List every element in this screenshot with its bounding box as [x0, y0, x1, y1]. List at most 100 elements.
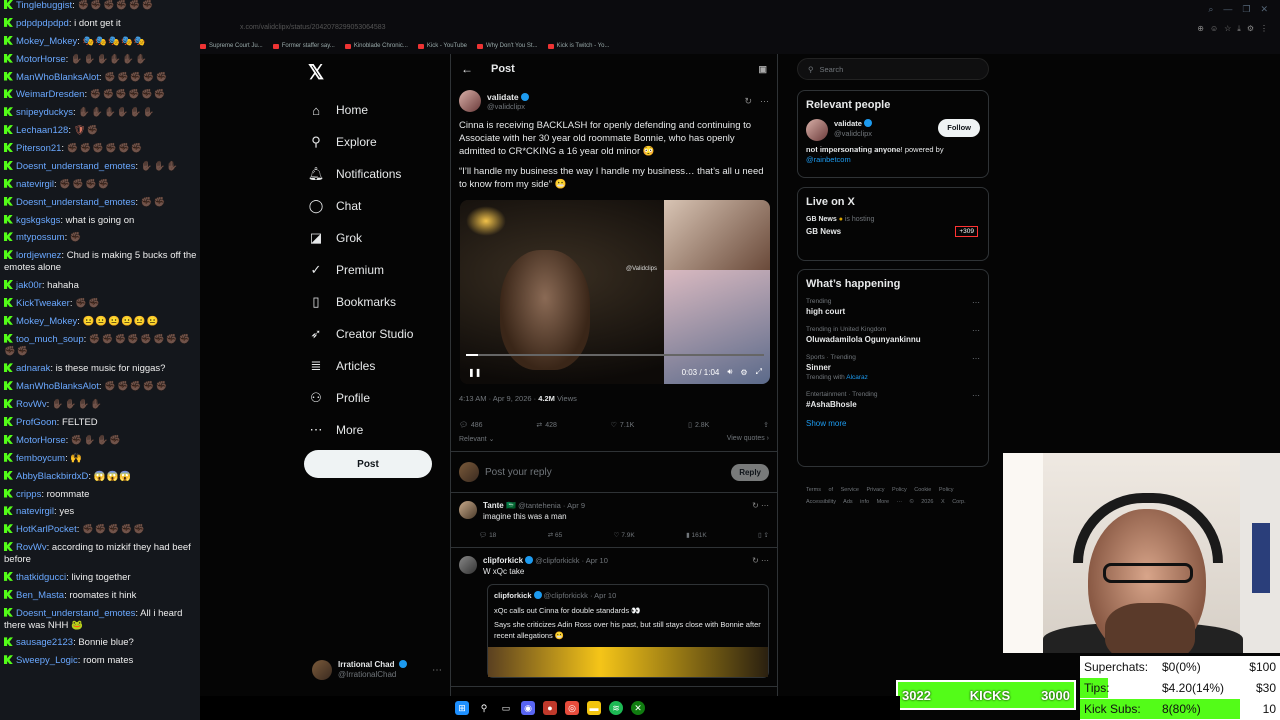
bookmark-item[interactable]: Kick is Twitch - Yo...: [547, 40, 609, 52]
comment-author[interactable]: Tante 🇸🇦 @tantehenia · Apr 9: [483, 501, 585, 510]
comment-author[interactable]: clipforkick @clipforkickk · Apr 10: [483, 556, 608, 565]
chat-username[interactable]: jak00r: [16, 280, 42, 291]
comment-more-icon[interactable]: ↻ ⋯: [752, 556, 769, 565]
share-icon[interactable]: ⇪: [763, 421, 769, 429]
quote-image[interactable]: [488, 647, 768, 678]
reply-input[interactable]: Post your reply: [485, 467, 552, 478]
chat-username[interactable]: WeimarDresden: [16, 89, 84, 100]
chat-username[interactable]: MotorHorse: [16, 54, 66, 65]
comment-more-icon[interactable]: ↻ ⋯: [752, 501, 769, 510]
more-icon[interactable]: ⋯: [432, 665, 442, 676]
live-show[interactable]: GB News: [806, 227, 980, 236]
bookmark-item[interactable]: Kinoblade Chronic...: [344, 40, 408, 52]
chat-username[interactable]: Mokey_Mokey: [16, 316, 77, 327]
chat-username[interactable]: RovWv: [16, 399, 47, 410]
nav-item-creator-studio[interactable]: ➶ Creator Studio: [308, 318, 448, 350]
chat-username[interactable]: Tinglebuggist: [16, 0, 72, 11]
bookmark-item[interactable]: Kick - YouTube: [417, 40, 467, 52]
chat-username[interactable]: too_much_soup: [16, 334, 84, 345]
trend-item[interactable]: Trending high court ⋯: [806, 298, 980, 316]
author-name[interactable]: validate: [487, 92, 529, 102]
bookmark-item[interactable]: Supreme Court Ju...: [200, 40, 263, 52]
repost-count[interactable]: ⇄ 428: [536, 421, 557, 430]
chat-username[interactable]: ProfGoon: [16, 417, 57, 428]
chat-username[interactable]: KickTweaker: [16, 298, 70, 309]
start-icon[interactable]: ⊞: [455, 701, 469, 715]
app-icon[interactable]: ●: [543, 701, 557, 715]
nav-item-more[interactable]: ⋯ More: [308, 414, 448, 446]
chat-username[interactable]: Doesnt_understand_emotes: [16, 197, 135, 208]
nav-item-premium[interactable]: ✓ Premium: [308, 254, 448, 286]
bookmark-item[interactable]: Former staffer say...: [272, 40, 335, 52]
settings-icon[interactable]: ⚙: [740, 368, 747, 377]
author-handle[interactable]: @validclipx: [487, 102, 529, 111]
search-icon[interactable]: ⌕: [1208, 4, 1213, 15]
settings-icon[interactable]: ⚙: [1247, 24, 1254, 34]
trend-item[interactable]: Entertainment · Trending #AshaBhosle ⋯: [806, 391, 980, 409]
quoted-post[interactable]: clipforkick @clipforkickk · Apr 10 xQc c…: [487, 584, 769, 679]
menu-icon[interactable]: ⋮: [1260, 24, 1268, 34]
reply-button[interactable]: Reply: [731, 463, 769, 481]
zoom-icon[interactable]: ⊕: [1197, 24, 1204, 34]
chat-username[interactable]: femboycum: [16, 453, 65, 464]
taskview-icon[interactable]: ▭: [499, 701, 513, 715]
chat-username[interactable]: Lechaan128: [16, 125, 68, 136]
comment[interactable]: Tante 🇸🇦 @tantehenia · Apr 9 imagine thi…: [451, 493, 777, 549]
chat-username[interactable]: sausage2123: [16, 637, 73, 648]
bookmark-icon[interactable]: ▯ ⇪: [758, 531, 769, 539]
search-icon[interactable]: ⚲: [477, 701, 491, 715]
nav-item-grok[interactable]: ◪ Grok: [308, 222, 448, 254]
video-player[interactable]: @Validclips ❚❚ 0:03 / 1:04 🔊︎ ⚙ ⤢: [460, 200, 770, 385]
avatar[interactable]: [459, 556, 477, 575]
volume-icon[interactable]: 🔊︎: [727, 367, 732, 377]
more-icon[interactable]: ⋯: [972, 326, 980, 335]
folder-icon[interactable]: ▬: [587, 701, 601, 715]
chat-username[interactable]: Sweepy_Logic: [16, 655, 78, 666]
chat-username[interactable]: ManWhoBlanksAlot: [16, 381, 99, 392]
fullscreen-icon[interactable]: ⤢: [756, 367, 762, 377]
relevant-dropdown[interactable]: Relevant ⌄: [459, 435, 494, 443]
chat-username[interactable]: RovWv: [16, 542, 47, 553]
more-icon[interactable]: ⋯: [972, 298, 980, 307]
pause-icon[interactable]: ❚❚: [468, 368, 481, 377]
bio-link[interactable]: @rainbetcom: [806, 155, 851, 164]
nav-item-profile[interactable]: ⚇ Profile: [308, 382, 448, 414]
nav-item-bookmarks[interactable]: ▯ Bookmarks: [308, 286, 448, 318]
spotify-icon[interactable]: ≋: [609, 701, 623, 715]
chat-username[interactable]: mtypossum: [16, 232, 65, 243]
trend-item[interactable]: Sports · Trending Sinner Trending with Alc…: [806, 354, 980, 381]
bookmark-item[interactable]: Why Don't You St...: [477, 40, 538, 52]
chat-username[interactable]: kgskgskgs: [16, 215, 60, 226]
star-icon[interactable]: ☆: [1224, 24, 1231, 34]
chat-username[interactable]: natevirgil: [16, 506, 54, 517]
url-bar[interactable]: x.com/validclipx/status/2042078299053064…: [240, 24, 386, 31]
follow-button[interactable]: Follow: [938, 119, 980, 137]
nav-item-home[interactable]: ⌂ Home: [308, 94, 448, 126]
more-icon[interactable]: ⋯: [972, 391, 980, 400]
chat-username[interactable]: HotKarlPocket: [16, 524, 77, 535]
live-host[interactable]: GB News ● is hosting: [806, 216, 980, 223]
video-progress-bar[interactable]: [466, 354, 764, 357]
chat-username[interactable]: lordjewnez: [16, 250, 61, 261]
chat-username[interactable]: adnarak: [16, 363, 50, 374]
grok-icon[interactable]: ↻: [744, 96, 752, 107]
nav-item-chat[interactable]: ◯ Chat: [308, 190, 448, 222]
view-quotes-link[interactable]: View quotes ›: [727, 435, 769, 443]
avatar[interactable]: [459, 90, 481, 112]
xbox-icon[interactable]: ✕: [631, 701, 645, 715]
more-icon[interactable]: ⋯: [760, 96, 769, 107]
post-button[interactable]: Post: [304, 450, 432, 478]
nav-item-explore[interactable]: ⚲ Explore: [308, 126, 448, 158]
post-timestamp[interactable]: 4:13 AM · Apr 9, 2026 ·: [459, 394, 536, 403]
reply-count[interactable]: 💬︎ 18: [479, 531, 496, 539]
chat-username[interactable]: AbbyBlackbirdxD: [16, 471, 88, 482]
reply-count[interactable]: 💬︎ 486: [459, 421, 483, 430]
chat-username[interactable]: thatkidgucci: [16, 572, 66, 583]
discord-icon[interactable]: ◉: [521, 701, 535, 715]
trend-with-link[interactable]: Alcaraz: [846, 374, 868, 381]
close-icon[interactable]: ✕: [1260, 4, 1268, 15]
chat-username[interactable]: Piterson21: [16, 143, 61, 154]
avatar[interactable]: [806, 119, 828, 141]
chat-username[interactable]: MotorHorse: [16, 435, 66, 446]
chat-username[interactable]: ManWhoBlanksAlot: [16, 72, 99, 83]
